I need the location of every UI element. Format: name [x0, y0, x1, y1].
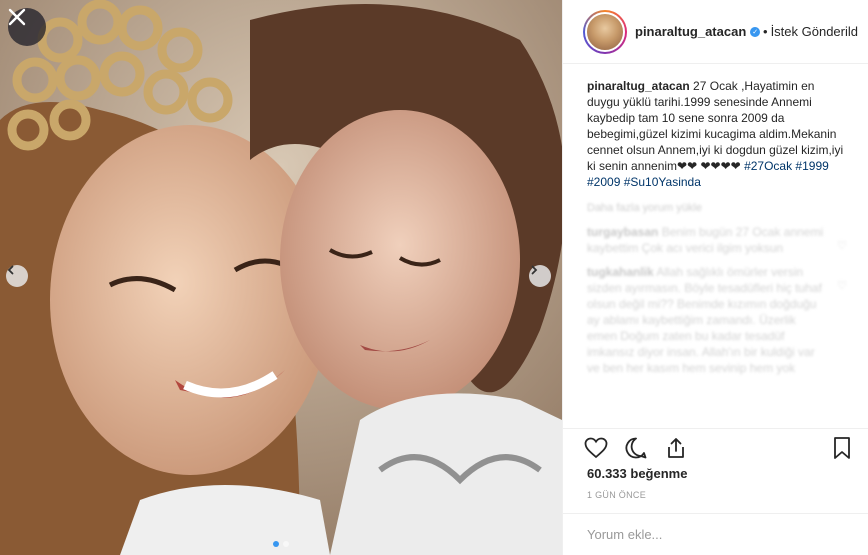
- post-header: pinaraltug_atacan ✓ • İstek Gönderild: [563, 0, 868, 64]
- photo-image: [0, 0, 562, 555]
- share-button[interactable]: [663, 435, 689, 461]
- comment-username[interactable]: turgaybasan: [587, 225, 658, 239]
- avatar[interactable]: [583, 9, 627, 54]
- carousel-indicator: [0, 541, 562, 547]
- verified-badge-icon: ✓: [750, 26, 760, 37]
- comments-section: pinaraltug_atacan 27 Ocak ,Hayatimin en …: [563, 70, 868, 425]
- bookmark-icon: [834, 436, 850, 459]
- chevron-right-icon: [531, 265, 538, 275]
- add-comment-bar: [563, 513, 868, 555]
- save-button[interactable]: [829, 435, 855, 461]
- close-icon: [8, 8, 26, 26]
- comment-like-icon[interactable]: ♡: [837, 238, 847, 254]
- comment-item: turgaybasan Benim bugün 27 Ocak annemi k…: [587, 224, 847, 256]
- separator-dot: •: [763, 24, 768, 39]
- load-more-comments-button[interactable]: Daha fazla yorum yükle: [587, 200, 847, 216]
- comment-input[interactable]: [587, 527, 845, 542]
- comment-like-icon[interactable]: ♡: [837, 278, 847, 294]
- post-side-panel: pinaraltug_atacan ✓ • İstek Gönderild pi…: [562, 0, 868, 555]
- header-username[interactable]: pinaraltug_atacan: [635, 24, 746, 39]
- comment-username[interactable]: tugkahanlik: [587, 265, 654, 279]
- close-button[interactable]: [8, 8, 46, 46]
- comment-item: tugkahanlik Allah sağlıklı ömürler versi…: [587, 264, 847, 376]
- previous-image-button[interactable]: [6, 265, 28, 287]
- post-photo: [0, 0, 562, 555]
- comment-bubble-icon: [625, 437, 647, 458]
- avatar-image: [585, 11, 625, 52]
- post-timestamp[interactable]: 1 GÜN ÖNCE: [587, 490, 646, 500]
- next-image-button[interactable]: [529, 265, 551, 287]
- like-button[interactable]: [583, 435, 609, 461]
- post-caption: pinaraltug_atacan 27 Ocak ,Hayatimin en …: [587, 78, 847, 190]
- post-actions-bar: [563, 428, 868, 462]
- comment-button[interactable]: [623, 435, 649, 461]
- like-count[interactable]: 60.333 beğenme: [587, 466, 687, 481]
- follow-request-status[interactable]: İstek Gönderild: [771, 24, 858, 39]
- carousel-dot-active: [273, 541, 279, 547]
- share-icon: [668, 437, 684, 458]
- comment-text: Allah sağlıklı ömürler versin sizden ayı…: [587, 265, 822, 375]
- carousel-dot: [283, 541, 289, 547]
- chevron-left-icon: [7, 265, 14, 275]
- heart-icon: [584, 437, 608, 458]
- caption-username[interactable]: pinaraltug_atacan: [587, 79, 690, 93]
